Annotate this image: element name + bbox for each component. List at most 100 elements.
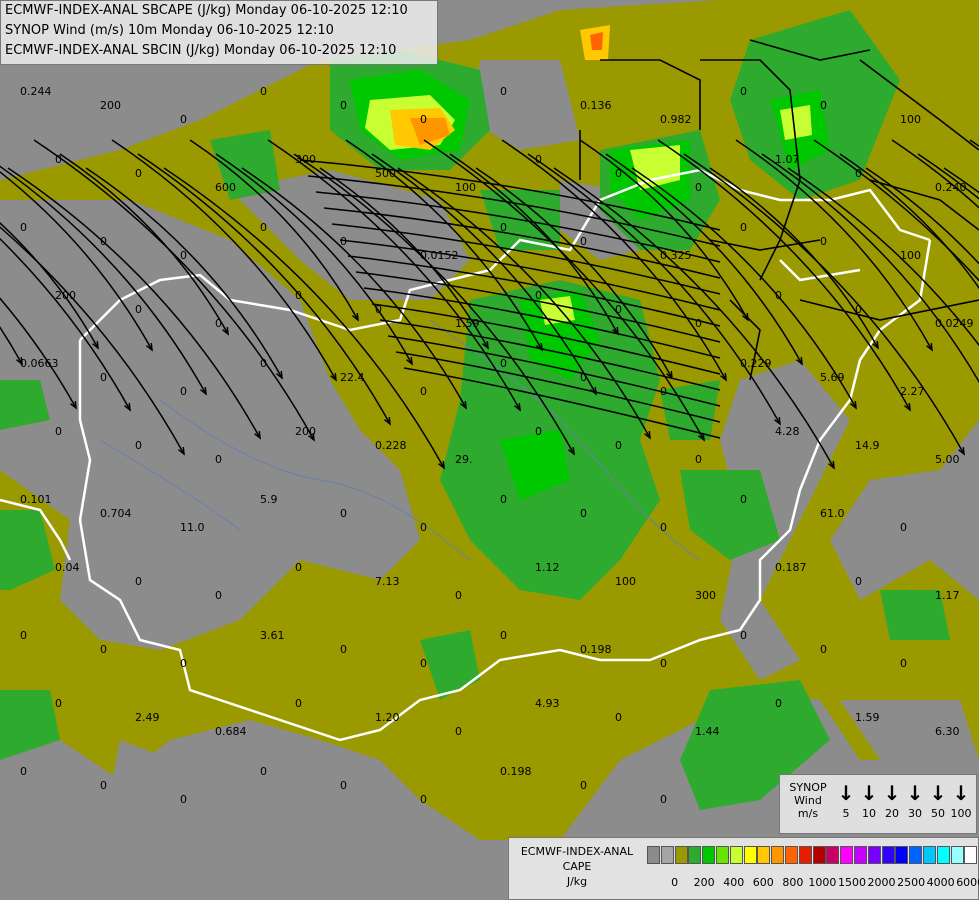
map-value-label: 0	[615, 303, 622, 316]
map-value-label: 0	[215, 453, 222, 466]
map-value-label: 0	[100, 371, 107, 384]
cape-color-swatch	[923, 846, 936, 864]
map-value-label: 0	[740, 493, 747, 506]
map-value-label: 0	[180, 657, 187, 670]
cape-legend-label: 2000	[867, 876, 896, 889]
synop-legend-title: SYNOP Wind m/s	[789, 781, 827, 820]
cape-color-swatch	[812, 846, 826, 864]
map-value-label: 29.	[455, 453, 473, 466]
cape-color-swatch	[854, 846, 867, 864]
map-value-label: 0	[295, 561, 302, 574]
map-value-label: 0	[420, 113, 427, 126]
map-value-label: 4.93	[535, 697, 560, 710]
map-value-label: 0.240	[935, 181, 967, 194]
cape-legend-label: 1500	[837, 876, 866, 889]
map-value-label: 0	[260, 221, 267, 234]
map-value-label: 0.228	[375, 439, 407, 452]
map-value-label: 0.704	[100, 507, 132, 520]
map-value-label: 5.69	[820, 371, 845, 384]
map-value-label: 100	[900, 113, 921, 126]
map-value-label: 11.0	[180, 521, 205, 534]
map-value-label: 1.20	[375, 711, 400, 724]
map-value-label: 0	[100, 643, 107, 656]
map-value-label: 0	[20, 629, 27, 642]
map-value-label: 0	[20, 765, 27, 778]
map-value-label: 0.0249	[935, 317, 974, 330]
map-value-label: 0	[615, 711, 622, 724]
map-value-label: 0	[340, 643, 347, 656]
cape-color-swatch	[936, 846, 950, 864]
map-value-label: 0.198	[580, 643, 612, 656]
map-value-label: 0.0152	[420, 249, 459, 262]
map-value-label: 100	[455, 181, 476, 194]
map-value-label: 0	[695, 317, 702, 330]
map-value-label: 0.198	[500, 765, 532, 778]
map-value-label: 0	[215, 589, 222, 602]
map-value-label: 0.0663	[20, 357, 59, 370]
cape-color-swatch	[647, 846, 660, 864]
cape-color-swatch	[674, 846, 688, 864]
map-value-label: 0.325	[660, 249, 692, 262]
down-arrow-icon: ↓	[906, 781, 924, 805]
cape-color-swatch	[881, 846, 895, 864]
map-value-label: 61.0	[820, 507, 845, 520]
cape-color-swatch	[867, 846, 881, 864]
map-value-label: 200	[55, 289, 76, 302]
wind-speed-50: ↓ 50	[926, 779, 950, 829]
down-arrow-icon: ↓	[860, 781, 878, 805]
down-arrow-icon: ↓	[929, 781, 947, 805]
map-value-label: 0	[580, 235, 587, 248]
map-value-label: 0	[55, 425, 62, 438]
map-canvas: 0.244200000000.1360.98200100006003005001…	[0, 0, 979, 900]
map-value-label: 0	[580, 371, 587, 384]
map-value-label: 7.13	[375, 575, 400, 588]
map-value-label: 1.07	[775, 153, 800, 166]
map-value-label: 0.684	[215, 725, 247, 738]
map-value-label: 0	[660, 521, 667, 534]
map-value-label: 0	[535, 289, 542, 302]
map-value-label: 0	[500, 85, 507, 98]
cape-color-swatch	[826, 846, 840, 864]
map-value-label: 0	[295, 697, 302, 710]
map-value-label: 0	[855, 303, 862, 316]
map-value-label: 0	[420, 521, 427, 534]
map-value-label: 0	[900, 521, 907, 534]
map-value-label: 0	[420, 657, 427, 670]
map-value-label: 0.04	[55, 561, 80, 574]
synop-wind-legend: SYNOP Wind m/s ↓ 5 ↓ 10 ↓ 20 ↓ 30 ↓ 50 ↓ 100	[779, 774, 977, 834]
map-value-label: 0	[535, 153, 542, 166]
map-value-label: 0	[340, 235, 347, 248]
cape-color-swatch	[660, 846, 674, 864]
map-value-label: 0	[215, 317, 222, 330]
map-value-label: 0	[820, 235, 827, 248]
cape-color-swatch	[757, 846, 771, 864]
cape-legend-label: 200	[693, 876, 715, 889]
cape-legend-title: ECMWF-INDEX-ANAL CAPE J/kg	[520, 845, 634, 888]
cape-legend-label: 800	[782, 876, 804, 889]
map-value-label: 0	[20, 221, 27, 234]
map-value-label: 0	[180, 385, 187, 398]
cape-color-swatch	[702, 846, 716, 864]
map-value-label: 0	[455, 725, 462, 738]
map-value-label: 0	[340, 779, 347, 792]
map-value-label: 1.44	[695, 725, 720, 738]
map-value-label: 1.59	[855, 711, 880, 724]
map-value-label: 0	[660, 385, 667, 398]
map-value-label: 1.59	[455, 317, 480, 330]
map-value-label: 0	[55, 697, 62, 710]
cape-color-swatch	[743, 846, 757, 864]
map-value-label: 0	[500, 357, 507, 370]
cape-color-swatch	[798, 846, 812, 864]
map-value-label: 200	[295, 425, 316, 438]
map-value-label: 300	[295, 153, 316, 166]
map-value-label: 0	[740, 221, 747, 234]
map-value-label: 0	[135, 303, 142, 316]
map-value-label: 100	[900, 249, 921, 262]
cape-color-swatch	[688, 846, 702, 864]
map-value-label: 6.30	[935, 725, 960, 738]
map-value-label: 0	[820, 99, 827, 112]
wind-speed-10: ↓ 10	[857, 779, 881, 829]
map-value-label: 0	[775, 697, 782, 710]
map-value-label: 0	[100, 235, 107, 248]
map-value-label: 0.187	[775, 561, 807, 574]
